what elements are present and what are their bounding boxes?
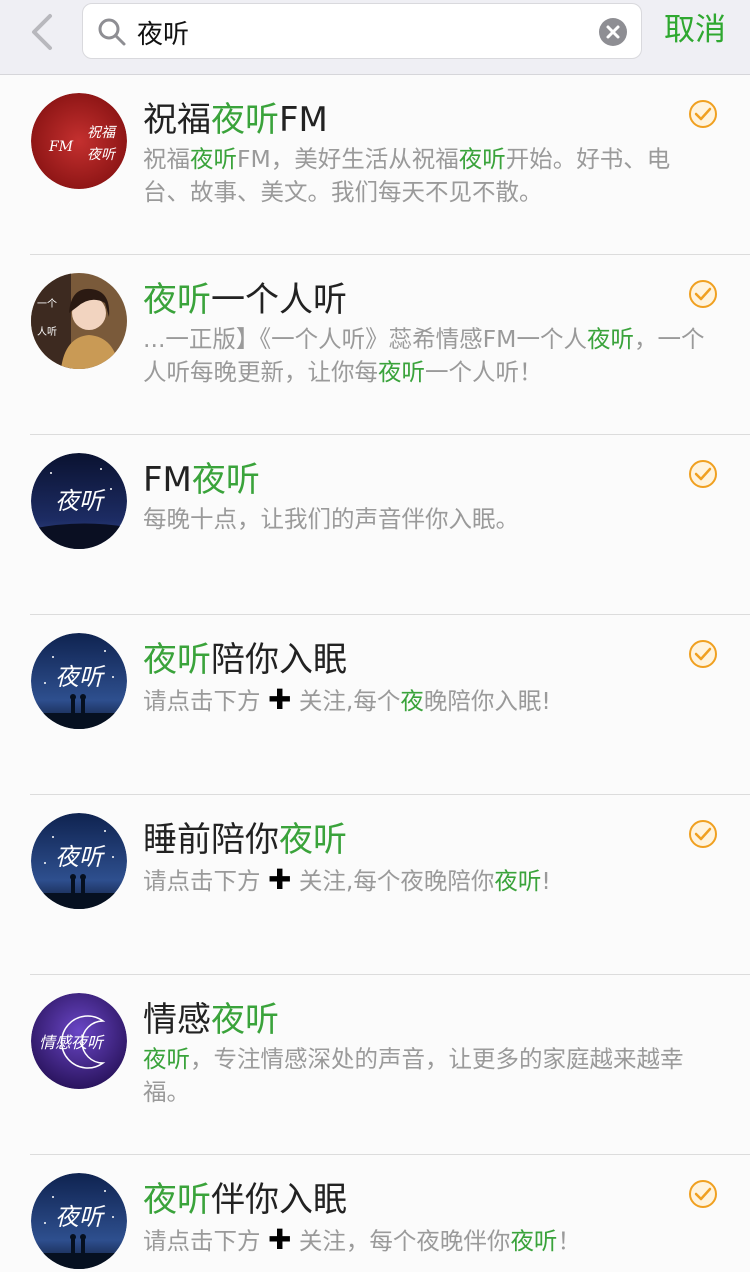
starry-couple-avatar: 夜听	[31, 813, 127, 909]
result-title: 夜听伴你入眠	[143, 1177, 347, 1223]
svg-text:夜听: 夜听	[55, 843, 106, 871]
desc-text: ！	[557, 1227, 581, 1255]
result-title: 夜听陪你入眠	[143, 637, 347, 683]
purple-moon-avatar: 情感夜听	[31, 993, 127, 1089]
result-row[interactable]: 夜听 FM夜听 每晚十点，让我们的声音伴你入眠。	[0, 435, 750, 615]
svg-text:夜听: 夜听	[55, 487, 106, 515]
night-sky-avatar: 夜听	[31, 453, 127, 549]
starry-couple-avatar: 夜听	[31, 1173, 127, 1269]
svg-text:FM: FM	[48, 139, 74, 155]
svg-text:情感夜听: 情感夜听	[39, 1033, 105, 1052]
clear-icon[interactable]	[598, 17, 628, 47]
desc-highlight: 夜听	[143, 1045, 190, 1073]
title-text: 一个人听	[211, 280, 347, 320]
desc-text: !	[541, 867, 551, 895]
search-field[interactable]	[82, 3, 642, 59]
result-row[interactable]: 夜听 夜听陪你入眠 请点击下方 ✚ 关注,每个夜晚陪你入眠!	[0, 615, 750, 795]
svg-text:夜听: 夜听	[55, 1203, 106, 1231]
search-bar: 取消	[0, 0, 750, 75]
check-circle-icon[interactable]	[688, 639, 718, 669]
result-title: 情感夜听	[143, 997, 279, 1043]
woman-photo-avatar: 一个 人听	[31, 273, 127, 369]
title-highlight: 夜听	[143, 640, 211, 680]
title-highlight: 夜听	[143, 1180, 211, 1220]
desc-text: 晚陪你入眠!	[423, 687, 551, 715]
result-title: FM夜听	[143, 457, 260, 503]
svg-text:夜听: 夜听	[87, 147, 117, 163]
result-description: 请点击下方 ✚ 关注，每个夜晚伴你夜听！	[143, 1223, 713, 1258]
search-icon	[98, 18, 126, 46]
title-text: 情感	[143, 1000, 211, 1040]
desc-text: FM，美好生活从祝福	[237, 145, 459, 173]
desc-text: ，专注情感深处的声音，让更多的家庭越来越幸福。	[143, 1045, 684, 1106]
check-circle-icon[interactable]	[688, 99, 718, 129]
title-text: 伴你入眠	[211, 1180, 347, 1220]
desc-highlight: 夜听	[458, 145, 506, 173]
plus-icon: ✚	[267, 863, 292, 896]
check-circle-icon[interactable]	[688, 1179, 718, 1209]
desc-highlight: 夜	[400, 687, 424, 715]
svg-text:人听: 人听	[37, 326, 57, 338]
desc-text: 请点击下方	[143, 867, 268, 895]
chevron-left-icon[interactable]	[24, 8, 64, 56]
desc-text: 每晚十点，让我们的声音伴你入眠。	[143, 505, 519, 533]
result-row[interactable]: 祝福 夜听 FM 祝福夜听FM 祝福夜听FM，美好生活从祝福夜听开始。好书、电台、故…	[0, 75, 750, 255]
check-circle-icon[interactable]	[688, 459, 718, 489]
red-calligraphy-avatar: 祝福 夜听 FM	[31, 93, 127, 189]
title-text: 陪你入眠	[211, 640, 347, 680]
desc-highlight: 听	[610, 325, 634, 353]
result-row[interactable]: 情感夜听 情感夜听 夜听，专注情感深处的声音，让更多的家庭越来越幸福。	[0, 975, 750, 1155]
desc-highlight: 夜听	[190, 145, 237, 173]
check-circle-icon[interactable]	[688, 819, 718, 849]
result-description: ...一正版】《一个人听》蕊希情感FM一个人夜听，一个人听每晚更新，让你每夜听一…	[143, 323, 713, 389]
desc-highlight: 夜听	[510, 1227, 558, 1255]
result-description: 夜听，专注情感深处的声音，让更多的家庭越来越幸福。	[143, 1043, 713, 1109]
search-results-list: 祝福 夜听 FM 祝福夜听FM 祝福夜听FM，美好生活从祝福夜听开始。好书、电台、故…	[0, 75, 750, 1272]
starry-couple-avatar: 夜听	[31, 633, 127, 729]
title-highlight: 夜听	[143, 280, 211, 320]
title-text: 祝福	[143, 100, 211, 140]
svg-text:祝福: 祝福	[87, 125, 117, 141]
title-text: FM	[279, 100, 328, 140]
plus-icon: ✚	[267, 683, 292, 716]
result-description: 请点击下方 ✚ 关注,每个夜晚陪你入眠!	[143, 683, 713, 718]
desc-text: 请点击下方	[143, 687, 268, 715]
result-description: 请点击下方 ✚ 关注,每个夜晚陪你夜听!	[143, 863, 713, 898]
title-text: FM	[143, 460, 192, 500]
desc-highlight: 夜听	[494, 867, 542, 895]
result-row[interactable]: 夜听 夜听伴你入眠 请点击下方 ✚ 关注，每个夜晚伴你夜听！	[0, 1155, 750, 1272]
result-description: 祝福夜听FM，美好生活从祝福夜听开始。好书、电台、故事、美文。我们每天不见不散。	[143, 143, 713, 209]
plus-icon: ✚	[267, 1223, 292, 1256]
desc-text: 关注,每个	[291, 687, 401, 715]
desc-text: 一个人听！	[425, 358, 543, 386]
desc-text: 祝福	[143, 145, 190, 173]
search-input[interactable]	[137, 12, 587, 52]
title-highlight: 夜听	[191, 460, 260, 500]
result-description: 每晚十点，让我们的声音伴你入眠。	[143, 503, 713, 536]
svg-text:夜听: 夜听	[55, 663, 106, 691]
desc-text: 关注，每个夜晚伴你	[291, 1227, 511, 1255]
title-highlight: 夜听	[211, 1000, 279, 1040]
result-title: 夜听一个人听	[143, 277, 347, 323]
desc-text: 关注,每个夜晚陪你	[291, 867, 495, 895]
result-row[interactable]: 夜听 睡前陪你夜听 请点击下方 ✚ 关注,每个夜晚陪你夜听!	[0, 795, 750, 975]
desc-text: 请点击下方	[143, 1227, 268, 1255]
cancel-button[interactable]: 取消	[664, 8, 726, 52]
desc-highlight: 夜	[586, 325, 611, 353]
svg-text:一个: 一个	[37, 298, 57, 310]
title-highlight: 夜听	[211, 100, 279, 140]
title-text: 睡前陪你	[143, 820, 279, 860]
check-circle-icon[interactable]	[688, 279, 718, 309]
result-row[interactable]: 一个 人听 夜听一个人听 ...一正版】《一个人听》蕊希情感FM一个人夜听，一个人听…	[0, 255, 750, 435]
title-highlight: 夜听	[279, 820, 347, 860]
result-title: 睡前陪你夜听	[143, 817, 347, 863]
desc-text: ...一正版】《一个人听》蕊希情感FM一个人	[143, 325, 587, 353]
desc-highlight: 夜听	[378, 358, 425, 386]
result-title: 祝福夜听FM	[143, 97, 328, 143]
